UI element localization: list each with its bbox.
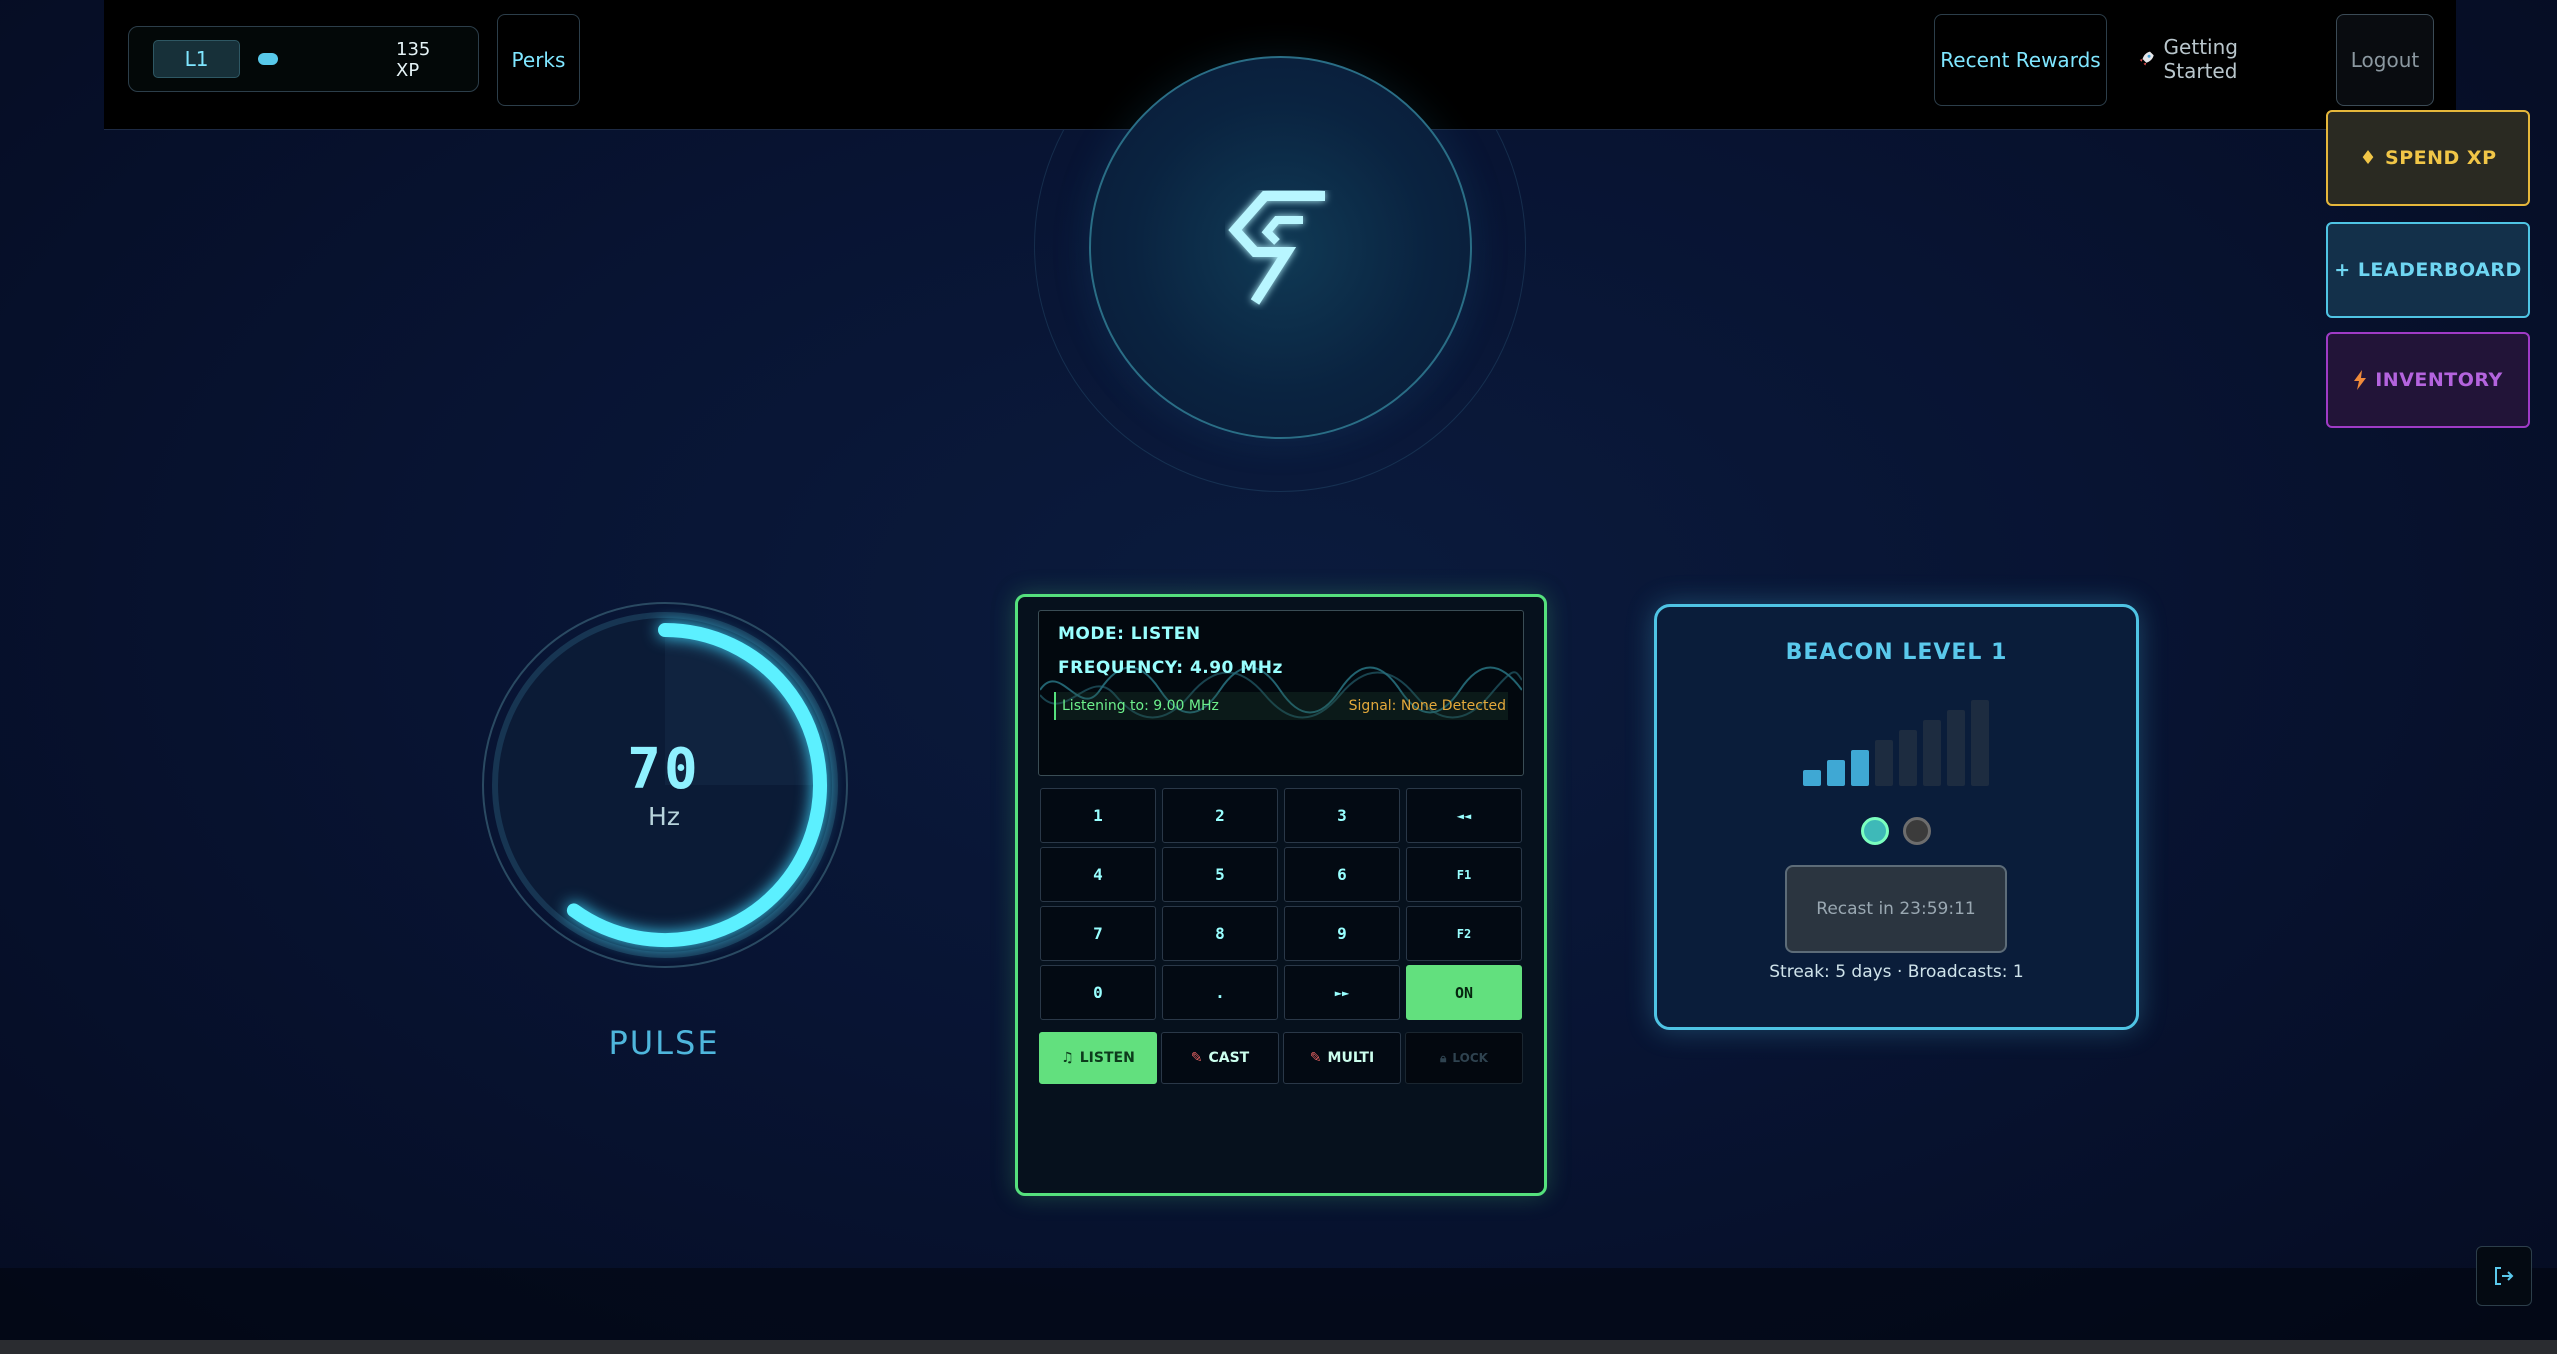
getting-started-label: Getting Started [2163, 35, 2238, 83]
inventory-label: INVENTORY [2375, 369, 2503, 391]
perks-button[interactable]: Perks [497, 14, 580, 106]
cast-label: CAST [1208, 1050, 1250, 1066]
headphones-icon: ♫ [1061, 1050, 1074, 1066]
beacon-slot-active[interactable] [1861, 817, 1889, 845]
os-taskbar [0, 1340, 2557, 1354]
pulse-label: PULSE [608, 1024, 720, 1062]
key-6[interactable]: 6 [1284, 847, 1400, 902]
beacon-slot-empty[interactable] [1903, 817, 1931, 845]
lock-icon: 🔒︎ [1440, 1050, 1447, 1065]
leaderboard-label: + LEADERBOARD [2334, 259, 2522, 281]
waveform [1040, 666, 1522, 719]
logout-button[interactable]: Logout [2336, 14, 2434, 106]
broadcast-icon: ✎ [1190, 1050, 1203, 1066]
footer-band [0, 1268, 2557, 1340]
diamond-icon: ♦ [2359, 147, 2378, 169]
cast-mode-button[interactable]: ✎ CAST [1161, 1032, 1279, 1084]
xp-count: 135 XP [396, 39, 431, 81]
signal-bar [1899, 730, 1917, 786]
sign-out-icon [2495, 1267, 2514, 1285]
inventory-button[interactable]: INVENTORY [2326, 332, 2530, 428]
lock-mode-button[interactable]: 🔒︎ LOCK [1405, 1032, 1523, 1084]
lightning-icon [2354, 370, 2367, 390]
listen-label: LISTEN [1079, 1050, 1135, 1066]
spend-xp-button[interactable]: ♦ SPEND XP [2326, 110, 2530, 206]
exit-button[interactable] [2476, 1246, 2532, 1306]
listen-mode-button[interactable]: ♫ LISTEN [1039, 1032, 1157, 1084]
key-1[interactable]: 1 [1040, 788, 1156, 843]
key-f2[interactable]: F2 [1406, 906, 1522, 961]
beacon-title: BEACON LEVEL 1 [1785, 640, 2008, 665]
signal-bar [1947, 710, 1965, 786]
listening-readout: Listening to: 9.00 MHz [1062, 698, 1219, 714]
pulse-value: 70 [627, 737, 701, 802]
key-8[interactable]: 8 [1162, 906, 1278, 961]
key-3[interactable]: 3 [1284, 788, 1400, 843]
key-4[interactable]: 4 [1040, 847, 1156, 902]
multi-mode-button[interactable]: ✎ MULTI [1283, 1032, 1401, 1084]
signal-readout: Signal: None Detected [1348, 698, 1506, 714]
streak-info: Streak: 5 days · Broadcasts: 1 [1769, 962, 2024, 982]
frequency-readout: FREQUENCY: 4.90 MHz [1058, 658, 1283, 678]
key-7[interactable]: 7 [1040, 906, 1156, 961]
key-2[interactable]: 2 [1162, 788, 1278, 843]
signal-bar [1803, 770, 1821, 786]
key-rewind[interactable]: ◄◄ [1406, 788, 1522, 843]
mode-readout: MODE: LISTEN [1058, 624, 1201, 644]
key-f1[interactable]: F1 [1406, 847, 1522, 902]
key-0[interactable]: 0 [1040, 965, 1156, 1020]
getting-started-link[interactable]: Getting Started [2137, 35, 2307, 83]
spend-xp-label: SPEND XP [2385, 147, 2497, 169]
recast-button[interactable]: Recast in 23:59:11 [1785, 865, 2007, 953]
power-on-button[interactable]: ON [1406, 965, 1522, 1020]
app-logo-icon [1228, 191, 1325, 305]
multi-label: MULTI [1327, 1050, 1375, 1066]
key-5[interactable]: 5 [1162, 847, 1278, 902]
pulse-unit: Hz [648, 802, 680, 831]
signal-bar [1923, 720, 1941, 786]
level-badge: L1 [153, 40, 240, 78]
key-9[interactable]: 9 [1284, 906, 1400, 961]
signal-bar [1875, 740, 1893, 786]
leaderboard-button[interactable]: + LEADERBOARD [2326, 222, 2530, 318]
key-forward[interactable]: ►► [1284, 965, 1400, 1020]
xp-progress-bar [258, 53, 278, 65]
signal-bar [1827, 760, 1845, 786]
signal-bar [1851, 750, 1869, 786]
lock-label: LOCK [1452, 1051, 1488, 1065]
signal-bar [1971, 700, 1989, 786]
key-dot[interactable]: . [1162, 965, 1278, 1020]
recent-rewards-button[interactable]: Recent Rewards [1934, 14, 2107, 106]
rocket-icon [2139, 51, 2154, 66]
multi-icon: ✎ [1309, 1050, 1322, 1066]
